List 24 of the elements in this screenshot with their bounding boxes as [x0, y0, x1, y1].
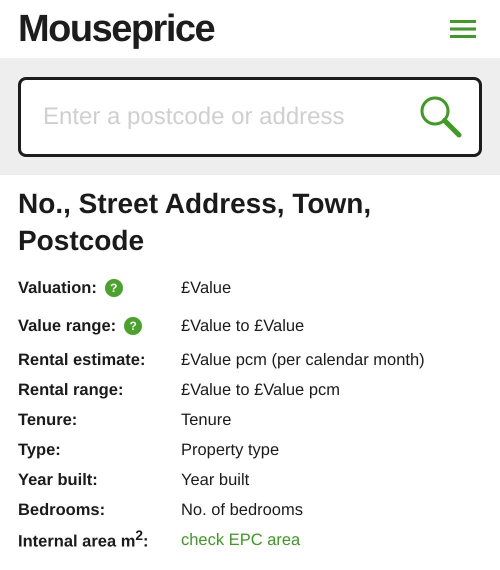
- help-icon[interactable]: ?: [104, 279, 123, 297]
- field-label: Value range:: [18, 316, 116, 336]
- field-label: Rental range:: [18, 380, 124, 400]
- property-address: No., Street Address, Town, Postcode: [18, 187, 372, 258]
- field-value: £Value pcm (per calendar month): [181, 350, 425, 370]
- field-value: Property type: [181, 440, 280, 460]
- field-value: £Value to £Value pcm: [181, 380, 340, 400]
- logo[interactable]: Mouseprice: [18, 8, 214, 50]
- field-label: Valuation:: [18, 278, 97, 298]
- field-value: £Value: [181, 278, 232, 298]
- field-value: £Value to £Value: [181, 316, 304, 336]
- field-label: Tenure:: [18, 410, 78, 430]
- field-value: Tenure: [181, 410, 232, 430]
- search-icon[interactable]: [418, 94, 462, 138]
- help-icon[interactable]: ?: [124, 317, 142, 335]
- epc-link[interactable]: check EPC area: [181, 530, 300, 550]
- field-label: Internal area m$^{2}$:: [18, 528, 149, 552]
- field-label: Year built:: [18, 470, 98, 490]
- field-value: Year built: [181, 470, 250, 490]
- field-label: Type:: [18, 440, 61, 460]
- field-label: Bedrooms:: [18, 500, 106, 520]
- menu-icon[interactable]: [450, 19, 476, 39]
- field-label: Rental estimate:: [18, 350, 146, 370]
- field-value: No. of bedrooms: [181, 500, 303, 520]
